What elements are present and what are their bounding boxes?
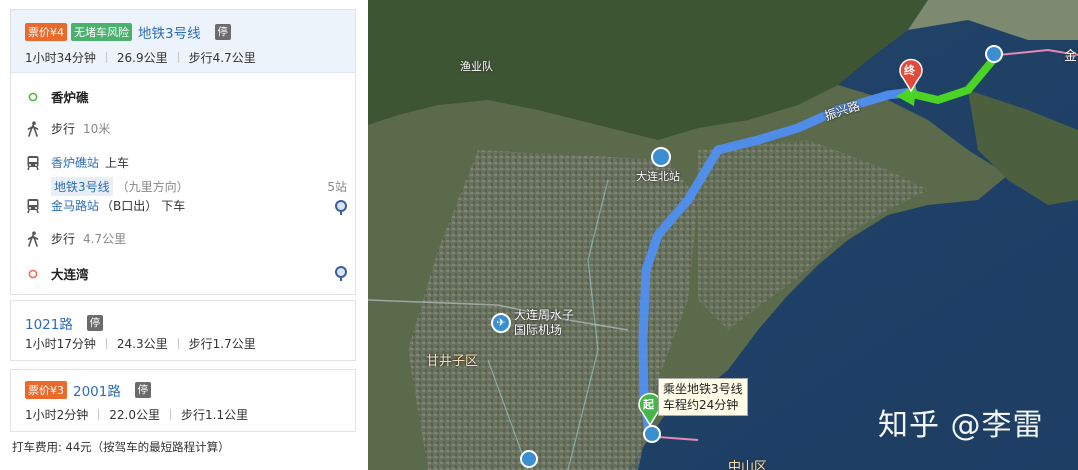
step-walk-1: 步行 10米 bbox=[25, 120, 110, 137]
divider bbox=[105, 52, 107, 63]
step-line-info: 地铁3号线 （九里方向） bbox=[51, 177, 189, 196]
board-action: 上车 bbox=[105, 156, 130, 170]
board-station[interactable]: 香炉礁站 bbox=[51, 154, 99, 171]
step-board: 香炉礁站 上车 bbox=[25, 154, 129, 171]
line-tag[interactable]: 地铁3号线 bbox=[51, 177, 113, 196]
end-marker[interactable]: 终 bbox=[898, 58, 924, 92]
route-distance: 22.0公里 bbox=[109, 408, 161, 422]
alight-action: 下车 bbox=[161, 199, 186, 213]
route-card-bus-2001[interactable]: 票价¥3 2001路 停 1小时2分钟 22.0公里 步行1.1公里 bbox=[10, 369, 356, 432]
locate-pin-icon[interactable] bbox=[335, 200, 347, 215]
end-marker-label: 终 bbox=[904, 64, 915, 77]
subway-station-icon[interactable] bbox=[985, 45, 1003, 63]
walk-distance: 4.7公里 bbox=[83, 232, 127, 246]
destination-dot-icon bbox=[25, 269, 41, 279]
divider bbox=[170, 409, 172, 420]
step-walk-2: 步行 4.7公里 bbox=[25, 230, 126, 247]
step-destination: 大连湾 bbox=[25, 264, 89, 283]
no-traffic-badge: 无堵车风险 bbox=[71, 23, 132, 41]
locate-pin-icon[interactable] bbox=[335, 266, 347, 281]
destination-name: 大连湾 bbox=[51, 267, 89, 282]
origin-dot-icon bbox=[25, 92, 41, 102]
route-name[interactable]: 2001路 bbox=[73, 380, 121, 400]
district-label: 甘井子区 bbox=[426, 354, 479, 369]
walk-label: 步行 bbox=[51, 232, 76, 246]
map-view[interactable]: 终 起 乘坐地铁3号线 车程约24分钟 ✈ 渔业队 振兴路 大连北站 大连周水子… bbox=[368, 0, 1078, 470]
route-name[interactable]: 地铁3号线 bbox=[138, 22, 201, 42]
stop-icon: 停 bbox=[134, 382, 151, 398]
bubble-line-1: 乘坐地铁3号线 bbox=[663, 382, 743, 396]
route-name[interactable]: 1021路 bbox=[25, 313, 73, 333]
bus-icon bbox=[25, 198, 41, 214]
alight-exit: （B口出） bbox=[101, 199, 158, 213]
divider bbox=[177, 338, 179, 349]
price-badge: 票价¥3 bbox=[25, 381, 67, 399]
route-card-subway-3[interactable]: 票价¥4 无堵车风险 地铁3号线 停 1小时34分钟 26.9公里 步行4.7公… bbox=[10, 9, 356, 295]
stop-icon: 停 bbox=[86, 315, 103, 331]
bus-icon bbox=[25, 155, 41, 171]
walk-label: 步行 bbox=[51, 122, 76, 136]
route-card-bus-1021[interactable]: 1021路 停 1小时17分钟 24.3公里 步行1.7公里 bbox=[10, 300, 356, 361]
line-direction: （九里方向） bbox=[116, 180, 189, 194]
route-walk: 步行1.7公里 bbox=[188, 337, 256, 351]
walk-icon bbox=[25, 120, 41, 137]
route-duration: 1小时34分钟 bbox=[25, 51, 96, 65]
route-walk: 步行1.1公里 bbox=[181, 408, 249, 422]
step-alight: 金马路站 （B口出） 下车 bbox=[25, 197, 185, 214]
step-origin: 香炉礁 bbox=[25, 87, 89, 106]
walk-icon bbox=[25, 230, 41, 247]
route-walk: 步行4.7公里 bbox=[188, 51, 256, 65]
station-label: 大连北站 bbox=[636, 170, 680, 183]
subway-station-icon[interactable] bbox=[643, 425, 661, 443]
airport-label: 大连周水子 国际机场 bbox=[514, 308, 575, 337]
route-card-header[interactable]: 票价¥4 无堵车风险 地铁3号线 停 1小时34分钟 26.9公里 步行4.7公… bbox=[11, 10, 355, 73]
divider bbox=[98, 409, 100, 420]
stop-count[interactable]: 5站 bbox=[327, 178, 347, 195]
map-label: 金 bbox=[1064, 49, 1078, 64]
route-distance: 26.9公里 bbox=[116, 51, 168, 65]
bubble-line-2: 车程约24分钟 bbox=[663, 398, 739, 412]
price-badge: 票价¥4 bbox=[25, 23, 67, 41]
start-info-bubble: 乘坐地铁3号线 车程约24分钟 bbox=[658, 378, 748, 416]
map-label: 渔业队 bbox=[460, 60, 493, 73]
route-distance: 24.3公里 bbox=[116, 337, 168, 351]
taxi-fare-note: 打车费用: 44元（按驾车的最短路程计算） bbox=[12, 440, 230, 454]
train-station-icon[interactable] bbox=[651, 147, 671, 167]
divider bbox=[177, 52, 179, 63]
airport-icon[interactable]: ✈ bbox=[491, 313, 511, 333]
poi-icon[interactable] bbox=[520, 450, 538, 468]
route-panel: 票价¥4 无堵车风险 地铁3号线 停 1小时34分钟 26.9公里 步行4.7公… bbox=[0, 0, 369, 470]
divider bbox=[105, 338, 107, 349]
district-label: 中山区 bbox=[728, 460, 768, 470]
start-marker-label: 起 bbox=[643, 398, 654, 411]
watermark: 知乎 @李雷 bbox=[878, 408, 1044, 443]
route-duration: 1小时2分钟 bbox=[25, 408, 89, 422]
route-duration: 1小时17分钟 bbox=[25, 337, 96, 351]
origin-name: 香炉礁 bbox=[51, 90, 89, 105]
stop-icon: 停 bbox=[214, 24, 231, 40]
walk-distance: 10米 bbox=[83, 122, 111, 136]
alight-station[interactable]: 金马路站 bbox=[51, 197, 99, 214]
